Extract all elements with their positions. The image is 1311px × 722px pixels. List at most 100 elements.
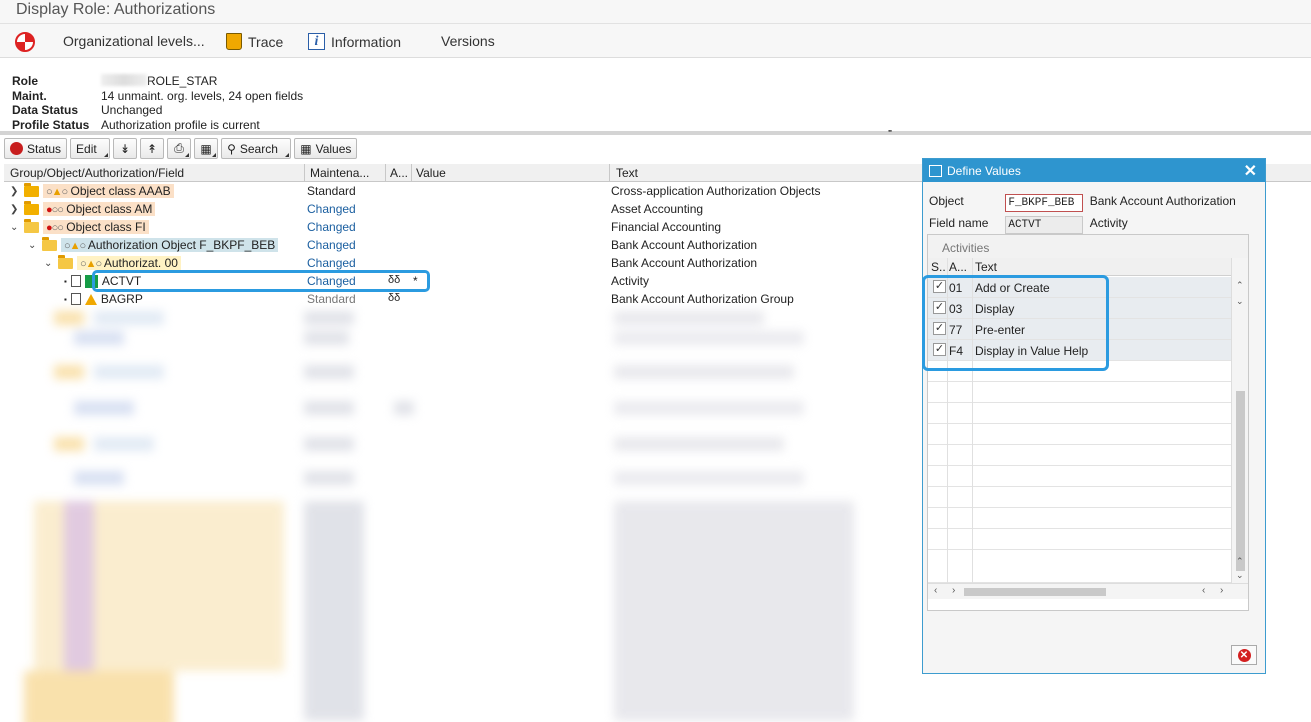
field-name-field: ACTVT xyxy=(1005,216,1084,234)
col-a-header[interactable]: A... xyxy=(949,260,967,274)
search-button[interactable]: ⚲ Search xyxy=(221,138,292,159)
traffic-light-icon: ○▲○ xyxy=(64,240,86,252)
information-label: Information xyxy=(331,33,402,50)
role-value: ROLE_STAR xyxy=(147,74,218,88)
print-button[interactable]: ⎙ xyxy=(167,138,192,159)
object-field[interactable]: F_BKPF_BEB xyxy=(1005,194,1084,212)
collapse-arrow-icon[interactable]: ⌄ xyxy=(10,222,20,233)
org-levels-label: Organizational levels... xyxy=(63,33,205,49)
empty-row xyxy=(928,445,1231,466)
object-class-node: ○▲○ Object class AAAB xyxy=(43,184,174,198)
field-name-text: Activity xyxy=(1089,216,1128,230)
empty-row xyxy=(928,403,1231,424)
field-name-label: Field name xyxy=(929,216,989,230)
activities-vertical-scrollbar[interactable]: ⌃ ⌄ ⌃ ⌄ xyxy=(1231,258,1248,583)
scroll-left-icon[interactable]: ‹ xyxy=(934,585,937,596)
text-cell: Cross-application Authorization Objects xyxy=(611,184,821,198)
col-group-header[interactable]: Group/Object/Authorization/Field xyxy=(10,166,184,180)
redacted-rows xyxy=(4,301,924,722)
tree-row[interactable]: ⌄ ●○○ Object class FI Changed Financial … xyxy=(4,218,924,236)
dialog-title: Define Values xyxy=(947,163,1021,178)
status-button[interactable]: Status xyxy=(4,138,68,159)
activities-header: S.. A... Text xyxy=(928,258,1231,276)
scroll-up-icon[interactable]: ⌃ xyxy=(1236,556,1244,567)
edit-window-icon xyxy=(929,164,942,177)
dialog-close-icon[interactable]: ✕ xyxy=(1244,161,1257,181)
role-label: Role xyxy=(12,74,39,88)
trace-icon xyxy=(226,33,242,50)
text-cell: Financial Accounting xyxy=(611,220,722,234)
folder-open-icon xyxy=(58,254,73,269)
highlight-callout-activities xyxy=(922,275,1109,371)
define-values-dialog: Define Values ✕ Object F_BKPF_BEB Bank A… xyxy=(922,158,1266,674)
scroll-thumb[interactable] xyxy=(1236,391,1245,571)
edit-button[interactable]: Edit xyxy=(70,138,111,159)
redacted-role-prefix xyxy=(101,74,147,86)
traffic-light-icon: ○▲○ xyxy=(80,258,102,270)
pane-splitter[interactable]: '''''' xyxy=(0,129,1311,138)
maint-cell: Changed xyxy=(307,238,356,252)
grid-toolbar: Status Edit ↡ ↟ ⎙ ▦ ⚲ Search ▦ Values xyxy=(4,138,358,160)
col-text-header[interactable]: Text xyxy=(616,166,638,180)
collapse-all-button[interactable]: ↟ xyxy=(140,138,165,159)
values-icon: ▦ xyxy=(300,141,312,156)
empty-row xyxy=(928,508,1231,529)
maint-cell: Changed xyxy=(307,256,356,270)
col-text-header[interactable]: Text xyxy=(975,260,997,274)
scroll-right-icon[interactable]: › xyxy=(1220,585,1223,596)
scroll-down-icon[interactable]: ⌄ xyxy=(1236,570,1244,581)
node-label: Authorization Object F_BKPF_BEB xyxy=(87,238,276,252)
traffic-light-icon: ●○○ xyxy=(46,204,64,216)
data-status-label: Data Status xyxy=(12,103,79,117)
status-label: Status xyxy=(27,141,62,156)
col-flag-header[interactable]: A... xyxy=(390,166,408,180)
collapse-arrow-icon[interactable]: ⌄ xyxy=(28,240,38,251)
col-maint-header[interactable]: Maintena... xyxy=(310,166,369,180)
text-cell: Activity xyxy=(611,274,650,288)
maint-cell: Changed xyxy=(307,202,356,216)
authorization-node: ○▲○ Authorizat. 00 xyxy=(77,256,181,270)
folder-icon xyxy=(24,200,39,215)
org-levels-button[interactable]: Organizational levels... xyxy=(63,33,205,49)
values-label: Values xyxy=(315,141,352,156)
scroll-left-icon[interactable]: ‹ xyxy=(1202,585,1205,596)
information-button[interactable]: i Information xyxy=(308,33,401,50)
application-toolbar: Organizational levels... Trace i Informa… xyxy=(0,24,1311,58)
collapse-all-icon: ↟ xyxy=(147,141,158,156)
text-cell: Asset Accounting xyxy=(611,202,704,216)
expand-arrow-icon[interactable]: ❯ xyxy=(10,204,20,215)
trace-label: Trace xyxy=(248,33,284,50)
object-text: Bank Account Authorization xyxy=(1089,194,1236,208)
layout-button[interactable]: ▦ xyxy=(194,138,219,159)
scroll-thumb[interactable] xyxy=(964,588,1106,596)
versions-button[interactable]: Versions xyxy=(441,33,495,49)
activities-horizontal-scrollbar[interactable]: ‹ › ‹ › xyxy=(928,583,1248,599)
auth-object-node: ○▲○ Authorization Object F_BKPF_BEB xyxy=(61,238,279,252)
tree-row[interactable]: ❯ ●○○ Object class AM Changed Asset Acco… xyxy=(4,200,924,218)
lifebuoy-icon[interactable] xyxy=(15,32,35,52)
expand-all-icon: ↡ xyxy=(120,141,131,156)
expand-all-button[interactable]: ↡ xyxy=(113,138,138,159)
print-icon: ⎙ xyxy=(174,141,184,155)
scroll-down-icon[interactable]: ⌄ xyxy=(1236,296,1244,307)
tree-row[interactable]: ⌄ ○▲○ Authorization Object F_BKPF_BEB Ch… xyxy=(4,236,924,254)
col-value-header[interactable]: Value xyxy=(416,166,446,180)
values-button[interactable]: ▦ Values xyxy=(294,138,358,159)
status-red-icon xyxy=(10,142,23,155)
window-title: Display Role: Authorizations xyxy=(16,1,216,18)
expand-arrow-icon[interactable]: ❯ xyxy=(10,186,20,197)
col-s-header[interactable]: S.. xyxy=(931,260,946,274)
collapse-arrow-icon[interactable]: ⌄ xyxy=(44,258,54,269)
search-icon: ⚲ xyxy=(227,141,236,156)
versions-label: Versions xyxy=(441,33,495,49)
trace-button[interactable]: Trace xyxy=(226,33,283,50)
cancel-button[interactable]: ✕ xyxy=(1231,645,1257,665)
traffic-light-icon: ○▲○ xyxy=(46,186,68,198)
activities-caption: Activities xyxy=(928,235,1248,258)
tree-row[interactable]: ❯ ○▲○ Object class AAAB Standard Cross-a… xyxy=(4,182,924,200)
object-label: Object xyxy=(929,194,964,208)
profile-status-value: Authorization profile is current xyxy=(101,117,260,132)
text-cell: Bank Account Authorization xyxy=(611,256,758,270)
scroll-up-icon[interactable]: ⌃ xyxy=(1236,280,1244,291)
scroll-right-icon[interactable]: › xyxy=(952,585,955,596)
